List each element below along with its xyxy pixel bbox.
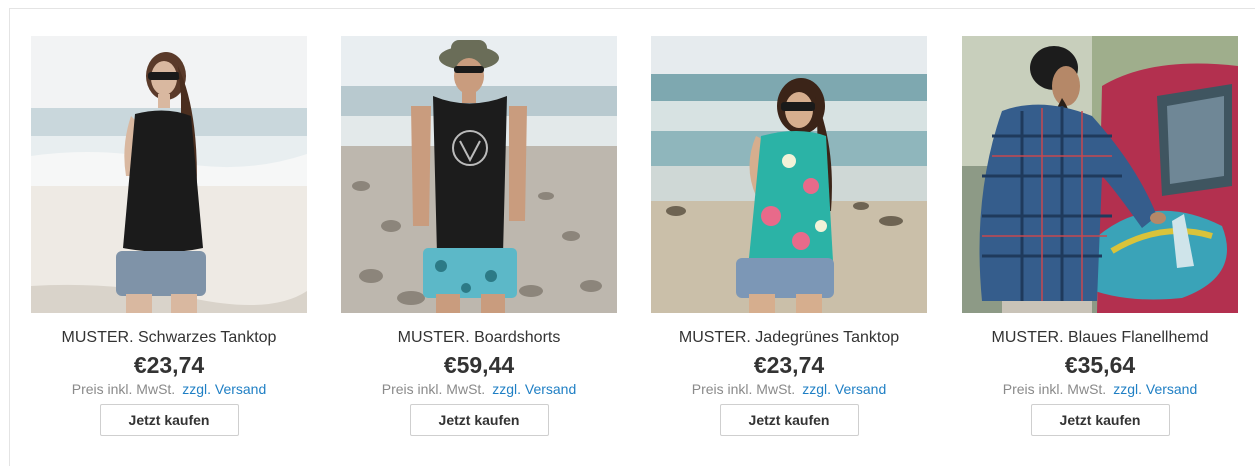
product-price: €59,44 <box>443 352 515 378</box>
product-title[interactable]: MUSTER. Boardshorts <box>341 329 617 347</box>
tax-note: Preis inkl. MwSt. <box>71 381 176 397</box>
tax-note: Preis inkl. MwSt. <box>1002 381 1107 397</box>
product-grid: MUSTER. Schwarzes Tanktop €23,74 Preis i… <box>0 0 1255 466</box>
tax-note: Preis inkl. MwSt. <box>691 381 796 397</box>
shipping-link[interactable]: zzgl. Versand <box>1113 381 1197 397</box>
price-note: Preis inkl. MwSt. zzgl. Versand <box>31 381 307 397</box>
product-title[interactable]: MUSTER. Jadegrünes Tanktop <box>651 329 927 347</box>
shipping-link[interactable]: zzgl. Versand <box>182 381 266 397</box>
product-title[interactable]: MUSTER. Blaues Flanellhemd <box>962 329 1238 347</box>
product-title[interactable]: MUSTER. Schwarzes Tanktop <box>31 329 307 347</box>
product-image-woman-black-tanktop[interactable] <box>31 36 307 313</box>
price-note: Preis inkl. MwSt. zzgl. Versand <box>341 381 617 397</box>
shipping-link[interactable]: zzgl. Versand <box>802 381 886 397</box>
buy-now-button[interactable]: Jetzt kaufen <box>719 404 859 436</box>
price-note: Preis inkl. MwSt. zzgl. Versand <box>962 381 1238 397</box>
price-note: Preis inkl. MwSt. zzgl. Versand <box>651 381 927 397</box>
product-image-man-blue-flannel[interactable] <box>962 36 1238 313</box>
buy-now-button[interactable]: Jetzt kaufen <box>409 404 549 436</box>
buy-now-button[interactable]: Jetzt kaufen <box>99 404 239 436</box>
buy-now-button[interactable]: Jetzt kaufen <box>1030 404 1170 436</box>
product-price: €23,74 <box>133 352 205 378</box>
product-card: MUSTER. Blaues Flanellhemd €35,64 Preis … <box>962 36 1238 436</box>
product-price: €35,64 <box>1064 352 1136 378</box>
product-card: MUSTER. Boardshorts €59,44 Preis inkl. M… <box>341 36 617 436</box>
product-card: MUSTER. Jadegrünes Tanktop €23,74 Preis … <box>651 36 927 436</box>
product-card: MUSTER. Schwarzes Tanktop €23,74 Preis i… <box>31 36 307 436</box>
tax-note: Preis inkl. MwSt. <box>381 381 486 397</box>
product-price: €23,74 <box>753 352 825 378</box>
product-image-man-boardshorts[interactable] <box>341 36 617 313</box>
shipping-link[interactable]: zzgl. Versand <box>492 381 576 397</box>
product-image-woman-jade-tanktop[interactable] <box>651 36 927 313</box>
